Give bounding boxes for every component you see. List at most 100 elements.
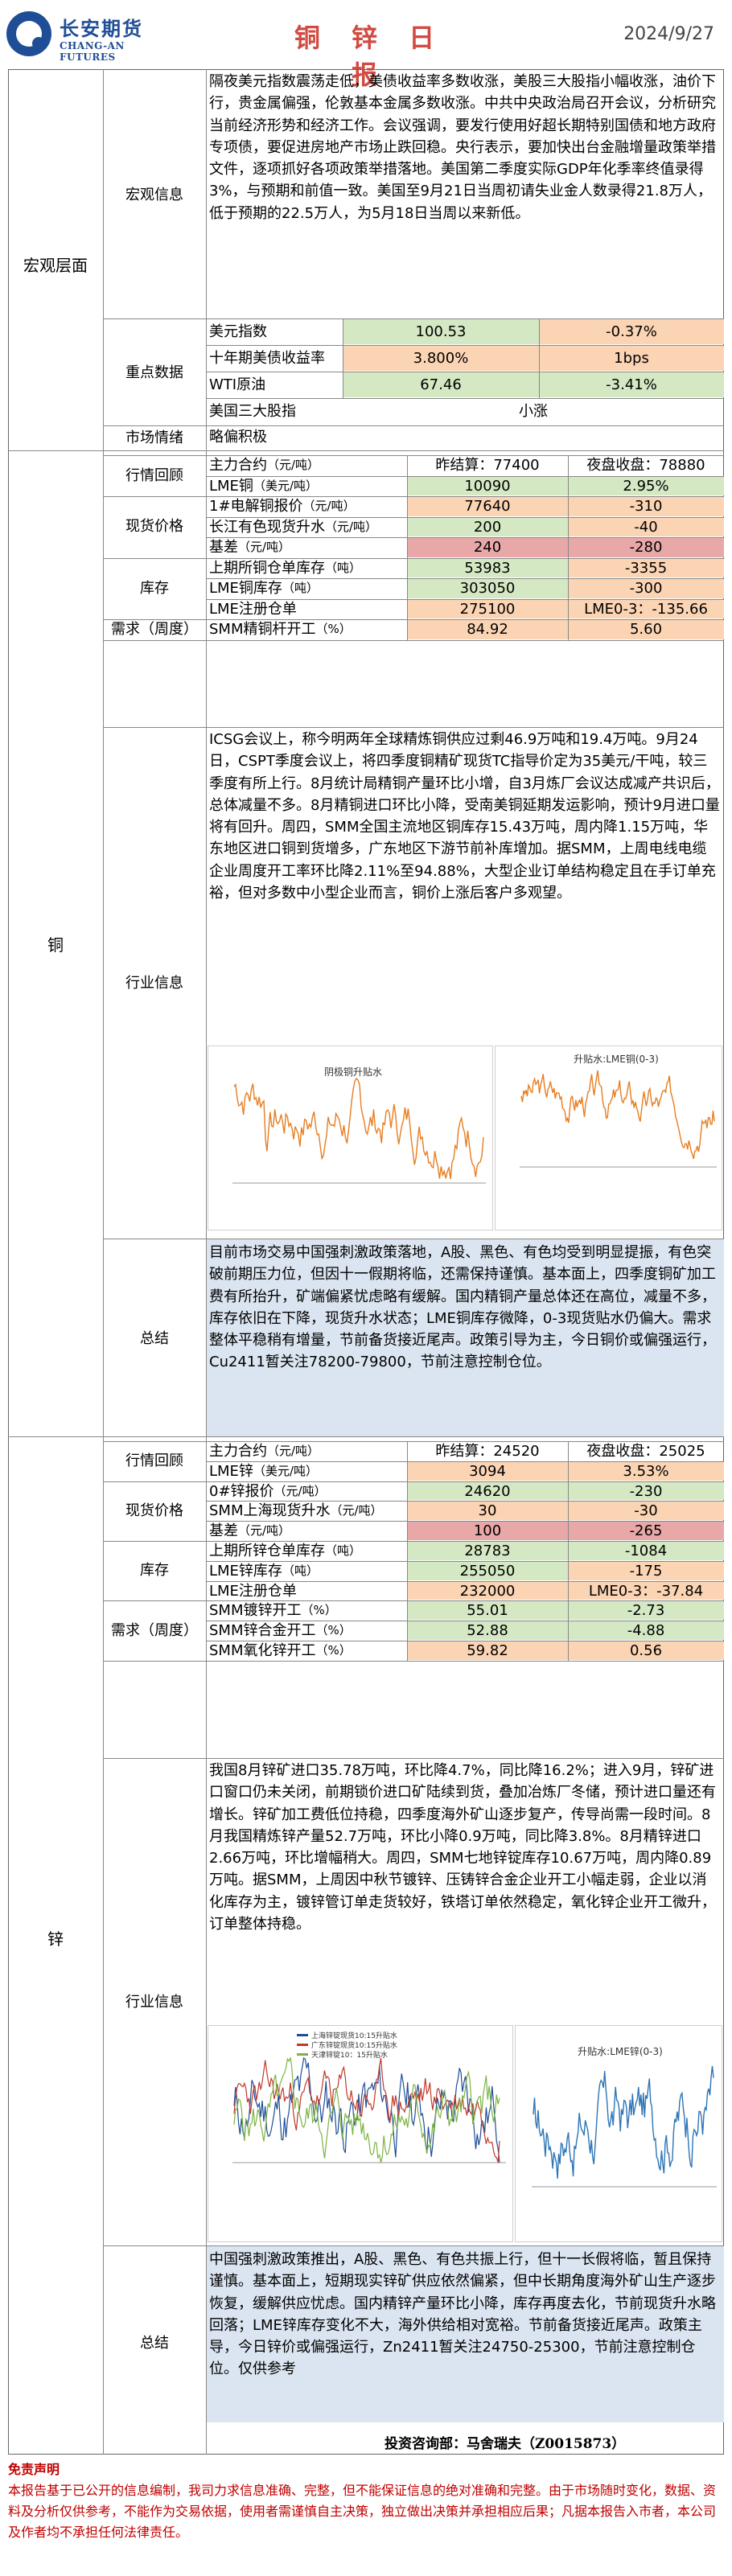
zinc-spot_rows-label: 现货价格 bbox=[125, 1502, 183, 1519]
grid-hline bbox=[103, 1758, 724, 1759]
zinc-premium-chart-svg: 上海锌锭现货10:15升贴水广东锌锭现货10:15升贴水天津锌锭10：15升贴水 bbox=[232, 2031, 506, 2163]
copper-row-col2: 5.60 bbox=[568, 620, 724, 639]
zinc-row-col2: 0.56 bbox=[568, 1641, 724, 1660]
copper-row-col1: 240 bbox=[407, 538, 568, 557]
macro-key-change: 1bps bbox=[539, 346, 724, 371]
logo-emblem-icon bbox=[6, 11, 51, 56]
zinc-row-col1: 24620 bbox=[407, 1481, 568, 1501]
copper-row-name-text: SMM精铜杆开工 bbox=[209, 621, 316, 639]
copper-row-name: 上期所铜仓单库存 （吨） bbox=[206, 558, 407, 579]
zinc-row-name: 基差 （元/吨） bbox=[206, 1521, 407, 1541]
copper-row-col1: 84.92 bbox=[407, 620, 568, 639]
zinc-row-name-text: SMM镀锌开工 bbox=[209, 1602, 302, 1620]
zinc-row-col2: LME0-3：-37.84 bbox=[568, 1581, 724, 1600]
grid-hline bbox=[103, 1660, 724, 1662]
report-header: 长安期货 CHANG-AN FUTURES 铜 锌 日 报 2024/9/27 bbox=[0, 0, 732, 90]
grid-vline bbox=[103, 69, 104, 2455]
copper-industry-label: 行业信息 bbox=[125, 975, 183, 992]
zinc-row-name-text: LME注册仓单 bbox=[209, 1582, 297, 1600]
grid-vline bbox=[407, 1441, 408, 1661]
disclaimer-title: 免责声明 bbox=[8, 2462, 60, 2477]
zinc-row-unit: （吨） bbox=[282, 1563, 319, 1578]
macro-key-label: 重点数据 bbox=[125, 364, 183, 381]
zinc-row-name: SMM镀锌开工 （%） bbox=[206, 1600, 407, 1621]
copper-row-col2: 夜盘收盘：78880 bbox=[586, 457, 705, 475]
copper-row-col2: -280 bbox=[568, 538, 724, 557]
grid-hline bbox=[103, 496, 724, 497]
copper-demand_rows-label: 需求（周度） bbox=[111, 620, 198, 638]
grid-vline bbox=[407, 455, 408, 640]
chart-title: 阴极铜升贴水 bbox=[324, 1066, 382, 1078]
zinc-row-name: SMM氧化锌开工 （%） bbox=[206, 1641, 407, 1661]
zinc-row-col2: -4.88 bbox=[568, 1621, 724, 1640]
grid-hline bbox=[8, 450, 724, 451]
copper-row-col2: -300 bbox=[568, 579, 724, 598]
zinc-industry-text: 我国8月锌矿进口35.78万吨，环比降4.7%，同比降16.2%；进入9月，锌矿… bbox=[209, 1762, 716, 1933]
chart-title: 升贴水:LME铜(0-3) bbox=[574, 1053, 659, 1065]
macro-info-label: 宏观信息 bbox=[125, 187, 183, 203]
copper-stock_rows-label: 库存 bbox=[140, 579, 169, 597]
company-name-en: CHANG-AN FUTURES bbox=[60, 40, 125, 63]
copper-row-name: LME铜库存 （吨） bbox=[206, 578, 407, 599]
zinc-row-unit: （元/吨） bbox=[330, 1503, 383, 1518]
zinc-row-col2: -2.73 bbox=[568, 1601, 724, 1621]
zinc-summary-label: 总结 bbox=[140, 2335, 169, 2352]
chart-legend-entry: 上海锌锭现货10:15升贴水 bbox=[311, 2031, 397, 2040]
copper-section-label: 铜 bbox=[47, 935, 64, 955]
grid-vline bbox=[539, 318, 540, 398]
zinc-row-name: 0#锌报价 （元/吨） bbox=[206, 1481, 407, 1502]
copper-row-name: 主力合约 （元/吨） bbox=[206, 455, 407, 476]
copper-row-name-text: 长江有色现货升水 bbox=[209, 518, 325, 536]
zinc-section-label: 锌 bbox=[47, 1929, 64, 1949]
macro-key-value: 67.46 bbox=[343, 372, 539, 397]
macro-key-name: 美元指数 bbox=[209, 323, 267, 340]
zinc-review_rows-label: 行情回顾 bbox=[125, 1452, 183, 1469]
zinc-row-col2: 3.53% bbox=[568, 1461, 724, 1481]
grid-hline bbox=[206, 475, 724, 477]
copper-row-name: 基差 （元/吨） bbox=[206, 537, 407, 558]
chart-legend-swatch bbox=[297, 2034, 308, 2036]
zinc-row-unit: （美元/吨） bbox=[253, 1463, 318, 1478]
copper-premium-chart: 阴极铜升贴水 bbox=[208, 1046, 493, 1230]
analyst-credit: 投资咨询部：马舍瑞夫（Z0015873） bbox=[385, 2436, 626, 2452]
zinc-row-name-text: SMM锌合金开工 bbox=[209, 1622, 316, 1640]
zinc-row-name-text: 上期所锌仓单库存 bbox=[209, 1542, 325, 1559]
grid-vline bbox=[568, 455, 569, 640]
grid-hline bbox=[206, 1521, 724, 1522]
grid-hline bbox=[103, 1441, 724, 1442]
grid-hline bbox=[103, 1481, 724, 1482]
chart-legend-swatch bbox=[297, 2044, 308, 2046]
zinc-row-col1: 232000 bbox=[407, 1581, 568, 1600]
grid-vline bbox=[568, 1441, 569, 1661]
zinc-row-name-text: SMM上海现货升水 bbox=[209, 1502, 331, 1520]
copper-row-col1: 昨结算：77400 bbox=[435, 457, 540, 475]
zinc-row-unit: （吨） bbox=[325, 1543, 362, 1558]
macro-info-text: 隔夜美元指数震荡走低，美债收益率多数收涨，美股三大股指小幅收涨，油价下行，贵金属… bbox=[209, 73, 716, 222]
zinc-industry-label: 行业信息 bbox=[125, 1994, 183, 2011]
copper-premium-chart-svg: 阴极铜升贴水 bbox=[232, 1066, 486, 1184]
copper-row-name-text: LME铜库存 bbox=[209, 580, 282, 598]
grid-hline bbox=[103, 455, 724, 456]
chart-series-line bbox=[533, 2065, 714, 2180]
copper-row-col1: 200 bbox=[407, 517, 568, 536]
zinc-row-name-text: SMM氧化锌开工 bbox=[209, 1641, 316, 1659]
copper-summary-text: 目前市场交易中国强刺激政策落地，A股、黑色、有色均受到明显提振，有色突破前期压力… bbox=[206, 1239, 724, 1436]
zinc-row-col1: 昨结算：24520 bbox=[435, 1442, 540, 1460]
macro-sentiment-label: 市场情绪 bbox=[125, 429, 183, 446]
copper-industry-text: ICSG会议上，称今明两年全球精炼铜供应过剩46.9万吨和19.4万吨。9月24… bbox=[209, 731, 720, 902]
zinc-lme-spread-chart: 升贴水:LME锌(0-3) bbox=[515, 2025, 722, 2242]
copper-lme-spread-chart: 升贴水:LME铜(0-3) bbox=[495, 1046, 722, 1230]
zinc-row-unit: （元/吨） bbox=[238, 1523, 291, 1539]
zinc-row-col2: -265 bbox=[568, 1522, 724, 1540]
copper-row-col2: -310 bbox=[568, 497, 724, 516]
zinc-row-name: SMM上海现货升水 （元/吨） bbox=[206, 1501, 407, 1521]
grid-hline bbox=[103, 727, 724, 728]
copper-row-name-text: 主力合约 bbox=[209, 457, 267, 475]
macro-key-name: 十年期美债收益率 bbox=[209, 350, 325, 367]
copper-row-unit: （%） bbox=[315, 622, 352, 637]
grid-hline bbox=[206, 1560, 724, 1562]
zinc-demand_rows-label: 需求（周度） bbox=[111, 1621, 198, 1639]
copper-row-unit: （元/吨） bbox=[325, 519, 378, 534]
zinc-premium-chart: 上海锌锭现货10:15升贴水 广东锌锭现货10:15升贴水 天津锌锭10：15升贴水 bbox=[208, 2025, 513, 2242]
copper-row-col2: LME0-3：-135.66 bbox=[568, 599, 724, 618]
